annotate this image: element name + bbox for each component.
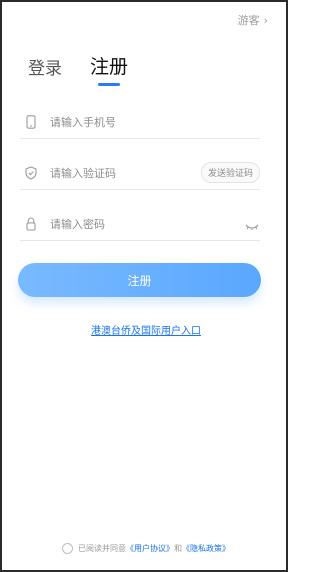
password-input[interactable]: 请输入密码 [50, 216, 244, 232]
active-tab-indicator [98, 83, 120, 86]
lock-icon [24, 216, 38, 231]
send-code-button[interactable]: 发送验证码 [200, 162, 260, 183]
agreement-and: 和 [174, 544, 182, 553]
eye-closed-icon[interactable] [244, 218, 260, 230]
agree-checkbox[interactable] [62, 543, 73, 554]
user-agreement-link[interactable]: 《用户协议》 [126, 543, 174, 554]
phone-field[interactable]: 请输入手机号 [20, 105, 260, 139]
app-screen: 游客 › 登录 注册 请输入手机号 请输入验证码 发送验证码 请输入密码 注册 … [0, 0, 288, 572]
tab-login[interactable]: 登录 [28, 54, 62, 79]
verification-code-input[interactable]: 请输入验证码 [50, 165, 201, 181]
shield-icon [24, 165, 38, 180]
verification-code-field[interactable]: 请输入验证码 发送验证码 [20, 156, 260, 190]
phone-icon [24, 114, 38, 129]
guest-label[interactable]: 游客 [238, 12, 260, 28]
chevron-right-icon: › [263, 13, 268, 27]
tab-register[interactable]: 注册 [90, 52, 129, 86]
password-field[interactable]: 请输入密码 [20, 207, 260, 241]
guest-entry[interactable]: 游客 › [238, 12, 268, 28]
register-button-label: 注册 [127, 273, 152, 288]
hk-international-entry-link[interactable]: 港澳台侨及国际用户入口 [2, 322, 290, 337]
agreement-prefix: 已阅读并同意 [78, 544, 126, 553]
agreement-row: 已阅读并同意 《用户协议》 和 《隐私政策》 [2, 543, 290, 554]
tab-register-label: 注册 [90, 56, 129, 78]
auth-tabs: 登录 注册 [28, 52, 129, 86]
phone-input[interactable]: 请输入手机号 [50, 114, 260, 130]
register-button[interactable]: 注册 [18, 263, 261, 297]
privacy-policy-link[interactable]: 《隐私政策》 [182, 543, 230, 554]
